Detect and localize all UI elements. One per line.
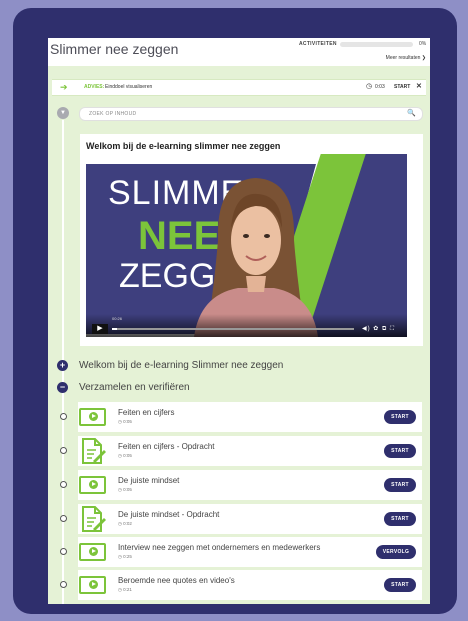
lesson-duration: ◷ 0:21 — [118, 587, 132, 592]
lesson-duration: ◷ 0:05 — [118, 419, 132, 424]
lesson-action-button[interactable]: VERVOLG — [376, 545, 416, 559]
search-icon[interactable]: 🔍 — [407, 109, 416, 117]
lesson-action-button[interactable]: START — [384, 444, 416, 458]
video-thumbnail-icon — [79, 543, 106, 561]
video-thumbnail-icon — [79, 576, 106, 594]
arrow-right-icon: ➔ — [60, 82, 68, 92]
lesson-status-dot — [60, 581, 67, 588]
play-icon — [89, 480, 98, 489]
welcome-video-card: Welkom bij de e-learning slimmer nee zeg… — [80, 134, 423, 346]
section-verzamelen[interactable]: − Verzamelen en verifiëren — [48, 380, 430, 396]
advice-duration: 0:03 — [375, 84, 385, 90]
lesson-row[interactable]: Feiten en cijfers - Opdracht ◷ 0:05 STAR… — [48, 436, 430, 466]
video-thumbnail-icon — [79, 476, 106, 494]
lesson-row[interactable]: Feiten en cijfers ◷ 0:05 START — [48, 402, 430, 432]
lesson-duration: ◷ 0:02 — [118, 521, 132, 526]
chevron-down-icon[interactable]: ▼ — [57, 107, 69, 119]
lesson-status-dot — [60, 548, 67, 555]
video-scrubber[interactable] — [112, 328, 354, 330]
lesson-row[interactable]: Interview nee zeggen met ondernemers en … — [48, 537, 430, 567]
lesson-action-button[interactable]: START — [384, 512, 416, 526]
advice-start-button[interactable]: START — [394, 84, 410, 90]
lesson-status-dot — [60, 481, 67, 488]
lesson-card[interactable]: Beroemde nee quotes en video's ◷ 0:21 ST… — [78, 570, 422, 600]
app-screen: Slimmer nee zeggen ACTIVITEITEN 0% Meer … — [48, 38, 430, 604]
lesson-card[interactable]: Feiten en cijfers - Opdracht ◷ 0:05 STAR… — [78, 436, 422, 466]
lesson-action-button[interactable]: START — [384, 410, 416, 424]
progress-bar — [340, 42, 413, 47]
play-icon — [89, 547, 98, 556]
lesson-action-button[interactable]: START — [384, 578, 416, 592]
lesson-status-dot — [60, 413, 67, 420]
lesson-card[interactable]: Feiten en cijfers ◷ 0:05 START — [78, 402, 422, 432]
advice-label: ADVIES: — [84, 84, 105, 90]
lesson-title: Feiten en cijfers — [118, 408, 175, 417]
section-label: Verzamelen en verifiëren — [79, 382, 190, 393]
play-icon — [89, 412, 98, 421]
play-icon — [89, 580, 98, 589]
video-current-time: 00:26 — [112, 316, 123, 321]
collapse-minus-icon[interactable]: − — [57, 382, 68, 393]
play-icon[interactable]: ▶ — [92, 324, 108, 334]
lesson-duration: ◷ 0:25 — [118, 554, 132, 559]
advice-text[interactable]: Einddoel visualiseren — [105, 84, 152, 90]
video-player[interactable]: SLIMMER NEE ZEGGEN ▶ 00:26 ◀) ✿ ⧉ ⛶ — [86, 154, 407, 337]
lesson-card[interactable]: De juiste mindset - Opdracht ◷ 0:02 STAR… — [78, 504, 422, 534]
lesson-title: De juiste mindset — [118, 476, 180, 485]
advice-bar: ➔ ADVIES: Einddoel visualiseren ◷ 0:03 S… — [52, 79, 426, 96]
close-icon[interactable]: ✕ — [416, 82, 422, 90]
video-thumbnail-icon — [79, 408, 106, 426]
lesson-duration: ◷ 0:05 — [118, 453, 132, 458]
lesson-card[interactable]: Interview nee zeggen met ondernemers en … — [78, 537, 422, 567]
clock-icon: ◷ — [366, 83, 373, 90]
section-welcome[interactable]: + Welkom bij de e-learning Slimmer nee z… — [48, 358, 430, 374]
more-results-link[interactable]: Meer resultaten ❯ — [386, 55, 426, 61]
lesson-title: De juiste mindset - Opdracht — [118, 510, 220, 519]
lesson-title: Feiten en cijfers - Opdracht — [118, 442, 215, 451]
lesson-row[interactable]: Beroemde nee quotes en video's ◷ 0:21 ST… — [48, 570, 430, 600]
course-title: Slimmer nee zeggen — [50, 41, 179, 57]
lesson-status-dot — [60, 447, 67, 454]
assignment-icon — [82, 438, 106, 464]
assignment-icon — [82, 506, 106, 532]
progress-percentage: 0% — [419, 41, 427, 47]
presenter-figure — [194, 178, 318, 337]
video-scrubber-fill — [112, 328, 117, 330]
lesson-action-button[interactable]: START — [384, 478, 416, 492]
lesson-title: Interview nee zeggen met ondernemers en … — [118, 543, 321, 552]
lesson-duration: ◷ 0:05 — [118, 487, 132, 492]
course-header: Slimmer nee zeggen ACTIVITEITEN 0% Meer … — [48, 38, 430, 66]
volume-settings-fullscreen-icon[interactable]: ◀) ✿ ⧉ ⛶ — [362, 325, 395, 333]
activities-label: ACTIVITEITEN — [299, 41, 337, 47]
video-controls-bar — [86, 314, 407, 337]
search-input[interactable]: ZOEK OP INHOUD 🔍 — [79, 107, 423, 121]
expand-plus-icon[interactable]: + — [57, 360, 68, 371]
lesson-row[interactable]: De juiste mindset - Opdracht ◷ 0:02 STAR… — [48, 504, 430, 534]
lesson-status-dot — [60, 515, 67, 522]
welcome-video-title: Welkom bij de e-learning slimmer nee zeg… — [86, 141, 281, 151]
lesson-card[interactable]: De juiste mindset ◷ 0:05 START — [78, 470, 422, 500]
lesson-row[interactable]: De juiste mindset ◷ 0:05 START — [48, 470, 430, 500]
search-placeholder: ZOEK OP INHOUD — [89, 111, 137, 117]
section-label: Welkom bij de e-learning Slimmer nee zeg… — [79, 360, 284, 371]
lesson-title: Beroemde nee quotes en video's — [118, 576, 235, 585]
